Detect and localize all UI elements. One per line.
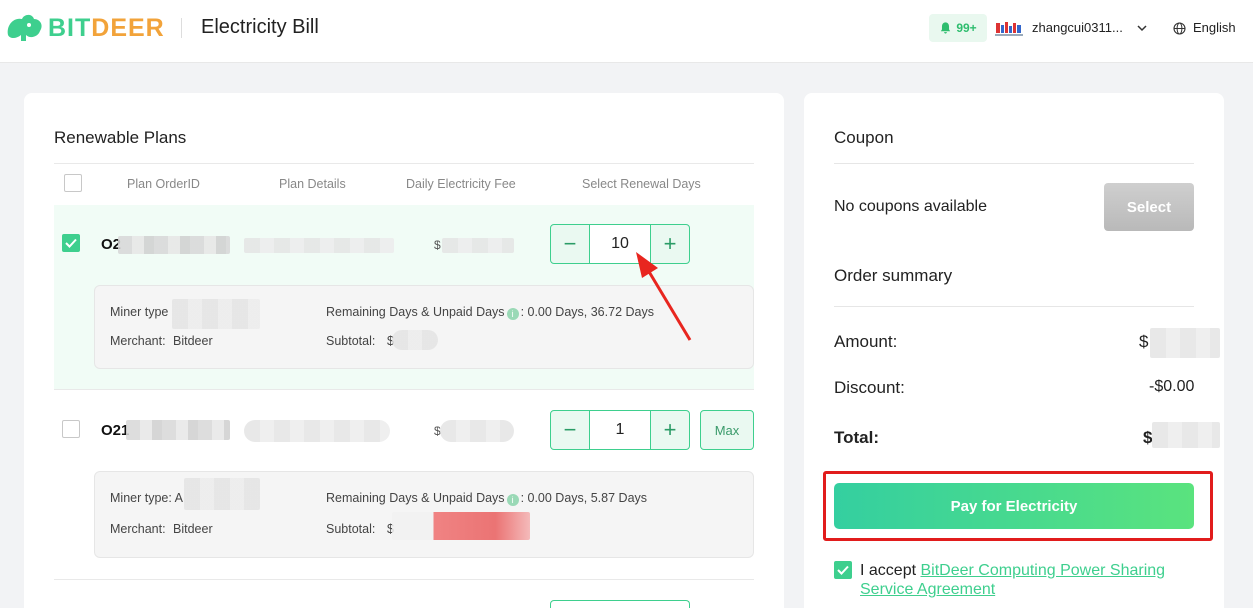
divider	[834, 306, 1194, 307]
max-button[interactable]: Max	[700, 410, 754, 450]
decrement-button[interactable]: −	[550, 224, 590, 264]
globe-icon[interactable]	[1173, 22, 1186, 35]
header-divider	[181, 18, 182, 38]
col-plan-orderid: Plan OrderID	[127, 177, 200, 191]
redacted-plan-details	[244, 420, 390, 442]
brand-wordmark: BITDEER	[48, 13, 165, 42]
remaining-days-value: : 0.00 Days, 5.87 Days	[520, 491, 648, 505]
bell-icon	[941, 22, 951, 34]
total-label: Total:	[834, 428, 880, 447]
amount-value: $	[1139, 332, 1149, 351]
redacted-order-id	[118, 236, 230, 254]
quantity-stepper[interactable]	[550, 600, 690, 608]
notification-count: 99+	[956, 21, 977, 35]
order-summary-title: Order summary	[834, 266, 953, 285]
redacted-daily-fee	[440, 420, 514, 442]
quantity-stepper[interactable]: − 1 +	[550, 410, 690, 450]
redacted-subtotal	[392, 512, 530, 540]
accept-agreement-checkbox[interactable]	[834, 561, 852, 579]
subtotal-label: Subtotal:	[326, 522, 376, 536]
discount-value: -$0.00	[1149, 378, 1195, 395]
plus-icon: +	[663, 417, 677, 442]
top-header: BITDEER Electricity Bill 99+ zhangcui031…	[0, 0, 1253, 63]
agreement-text: I accept BitDeer Computing Power Sharing…	[860, 561, 1200, 599]
divider	[834, 163, 1194, 164]
remaining-days-line: Remaining Days & Unpaid Days i: 0.00 Days…	[326, 305, 654, 320]
avatar[interactable]	[995, 20, 1023, 38]
merchant-label: Merchant:	[110, 334, 166, 348]
highlight-annotation	[823, 471, 1213, 541]
redacted-subtotal	[392, 330, 438, 350]
decrement-button[interactable]: −	[550, 410, 590, 450]
redacted-order-id	[126, 420, 230, 440]
minus-icon: −	[563, 417, 577, 442]
merchant-value: Bitdeer	[173, 334, 213, 348]
coupon-status: No coupons available	[834, 198, 987, 215]
check-icon	[837, 565, 849, 575]
row-checkbox[interactable]	[62, 234, 80, 252]
daily-fee: $	[434, 238, 441, 252]
merchant-label: Merchant:	[110, 522, 166, 536]
info-icon[interactable]: i	[506, 308, 519, 320]
info-icon[interactable]: i	[506, 494, 519, 506]
arrow-annotation-icon	[636, 252, 692, 341]
username[interactable]: zhangcui0311...	[1032, 20, 1123, 35]
notifications-button[interactable]: 99+	[929, 14, 987, 42]
row-divider	[54, 579, 754, 580]
accept-label: I accept	[860, 562, 917, 579]
days-input[interactable]: 1	[590, 410, 650, 450]
coupon-title: Coupon	[834, 128, 894, 147]
redacted-miner-type	[184, 478, 260, 510]
remaining-days-line: Remaining Days & Unpaid Days i: 0.00 Days…	[326, 491, 647, 506]
merchant-value: Bitdeer	[173, 522, 213, 536]
brand-deer-icon	[7, 14, 42, 41]
remaining-days-label: Remaining Days & Unpaid Days	[326, 491, 505, 505]
redacted-amount	[1150, 328, 1220, 358]
col-daily-fee: Daily Electricity Fee	[406, 177, 516, 191]
select-all-checkbox[interactable]	[64, 174, 82, 192]
subtotal-label: Subtotal:	[326, 334, 376, 348]
remaining-days-label: Remaining Days & Unpaid Days	[326, 305, 505, 319]
redacted-daily-fee	[442, 238, 514, 253]
minus-icon: −	[563, 231, 577, 256]
miner-type-label: Miner type	[110, 305, 169, 319]
renewable-plans-title: Renewable Plans	[54, 128, 187, 147]
row-checkbox[interactable]	[62, 420, 80, 438]
redacted-total	[1152, 422, 1220, 448]
redacted-miner-type	[172, 299, 260, 329]
brand-logo[interactable]: BITDEER	[4, 12, 165, 44]
language-selector[interactable]: English	[1193, 20, 1236, 35]
miner-type-label: Miner type: A	[110, 491, 183, 505]
chevron-down-icon[interactable]	[1136, 22, 1148, 34]
col-renewal-days: Select Renewal Days	[582, 177, 701, 191]
redacted-plan-details	[244, 238, 394, 253]
check-icon	[65, 238, 77, 248]
amount-label: Amount:	[834, 332, 898, 351]
page-title: Electricity Bill	[201, 16, 319, 38]
discount-label: Discount:	[834, 378, 905, 397]
row-divider	[54, 389, 754, 390]
select-coupon-button[interactable]: Select	[1104, 183, 1194, 231]
col-plan-details: Plan Details	[279, 177, 346, 191]
increment-button[interactable]: +	[650, 410, 690, 450]
